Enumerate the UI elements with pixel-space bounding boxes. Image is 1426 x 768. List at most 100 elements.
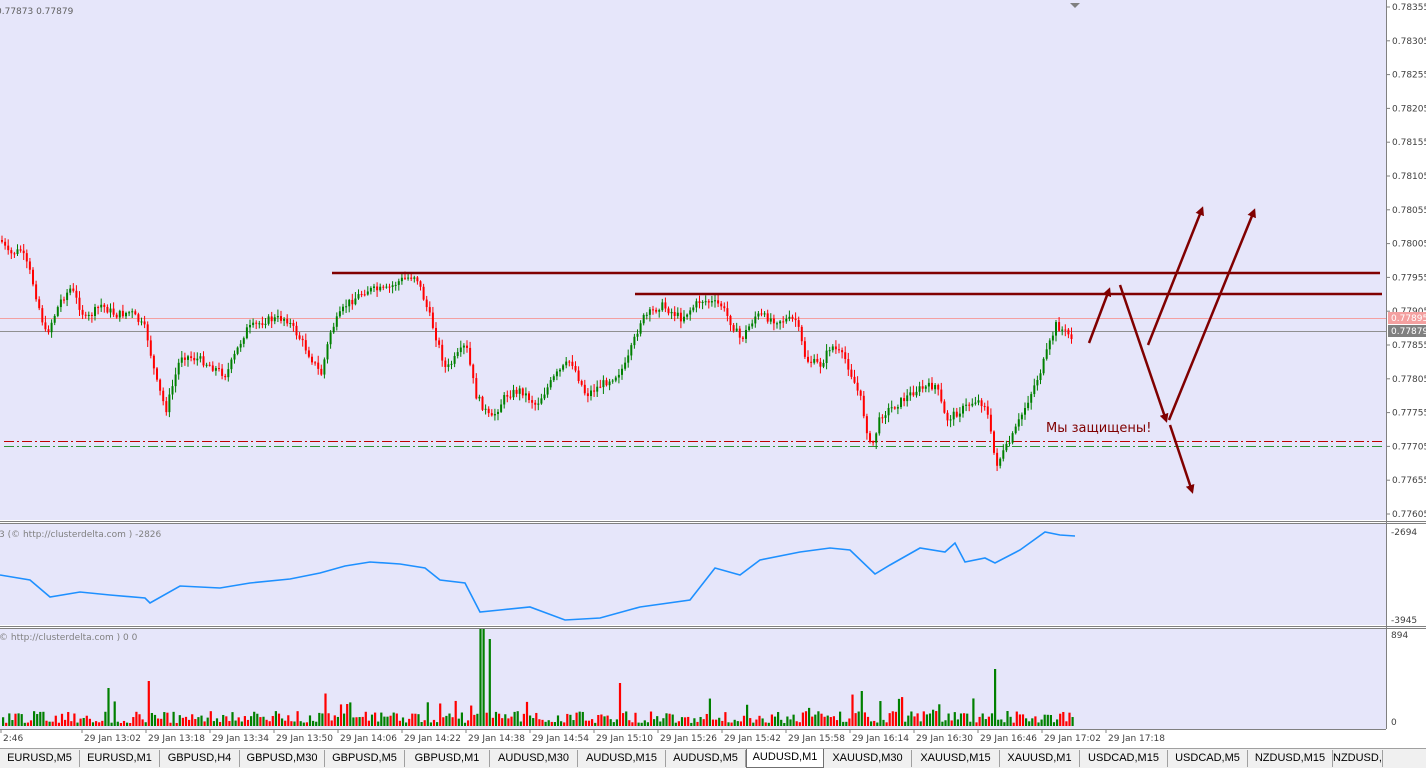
candle-body [410,277,413,279]
candle-body [791,316,794,319]
volume-bar [690,722,693,726]
volume-bar [234,720,237,726]
candle-body [974,402,977,404]
candle-body [469,347,472,365]
volume-bar [653,719,656,726]
volume-bar [271,715,274,726]
tab-usdcad-m5[interactable]: USDCAD,M5 [1168,750,1248,767]
volume-bar [432,719,436,726]
candle-body [580,381,583,385]
time-tick-label: 29 Jan 15:58 [788,734,845,744]
tab-audusd-m15[interactable]: AUDUSD,M15 [578,750,666,767]
candle-body [862,395,865,417]
candle-body [769,318,772,322]
volume-bar [780,719,783,726]
candle-body [738,328,741,338]
candle-body [726,308,729,316]
candle-body [159,379,162,391]
volume-bar [950,720,953,726]
volume-bar [215,718,219,726]
volume-bar [377,721,380,726]
candle-body [1002,450,1005,459]
tab-audusd-m5[interactable]: AUDUSD,M5 [666,750,746,767]
candle-body [363,294,366,296]
volume-bar [349,702,352,726]
candle-body [912,392,915,396]
candle-body [245,327,248,339]
volume-bar [944,720,947,726]
tab-xauusd-m1[interactable]: XAUUSD,M1 [1000,750,1080,767]
candle-body [695,301,698,308]
candle-body [1005,443,1008,451]
tab-eurusd-m5[interactable]: EURUSD,M5 [0,750,80,767]
volume-bar [153,714,157,726]
candle-body [462,345,465,348]
candle-body [317,362,320,369]
tab-nzdusd-m15[interactable]: NZDUSD,M15 [1248,750,1333,767]
candle-body [475,378,478,399]
candle-body [140,321,143,323]
candle-body [658,310,661,312]
tab-audusd-m1[interactable]: AUDUSD,M1 [746,749,824,768]
volume-bar [919,721,922,726]
time-tick-label: 29 Jan 13:50 [276,734,333,744]
candle-body [565,361,568,366]
delta-panel[interactable] [0,524,1386,625]
candle-body [1011,433,1014,443]
chart-area[interactable]: 0.78355 0.78305 0.78255 0.78205 0.78155 0.781… [0,0,1426,748]
candle-body [574,365,577,371]
candle-body [47,329,50,333]
volume-bar [488,639,491,726]
volume-bar [724,712,727,726]
candle-body [252,322,255,326]
volume-bar [882,719,885,726]
time-tick-label: 29 Jan 15:26 [660,734,717,744]
candle-body [838,349,840,351]
volume-bar [457,718,460,726]
tab-gbpusd-h4[interactable]: GBPUSD,H4 [160,750,240,767]
volume-bar [916,713,919,726]
volume-bar [913,716,916,726]
volume-bar [76,722,79,726]
volume-bar [228,721,231,726]
candle-body [590,390,592,397]
volume-bar [928,713,932,726]
candle-body [757,313,760,317]
candle-body [698,301,701,304]
volume-bar [281,718,284,726]
tab-xauusd-m15[interactable]: XAUUSD,M15 [912,750,1000,767]
tab-gbpusd-m5[interactable]: GBPUSD,M5 [325,750,405,767]
volume-bar [262,716,265,726]
candle-body [745,329,747,339]
volume-bar [622,713,625,726]
time-tick-label: 29 Jan 16:46 [980,734,1037,744]
tab-usdcad-m15[interactable]: USDCAD,M15 [1080,750,1168,767]
tab-nzdusd-m[interactable]: NZDUSD,M [1333,750,1383,767]
candle-body [621,368,623,375]
volume-bar [113,701,116,726]
candle-body [211,365,214,371]
volume-bar [101,720,104,726]
volume-bar [736,721,739,726]
tab-audusd-m30[interactable]: AUDUSD,M30 [490,750,578,767]
volume-panel[interactable] [0,629,1386,729]
volume-bar [2,717,5,726]
volume-bar [969,721,972,726]
volume-bar [612,722,615,726]
volume-bar [302,722,305,726]
volume-bar [79,718,82,726]
volume-bar [504,714,507,726]
annotation-text: Мы защищены! [1046,421,1151,436]
volume-bar [550,721,553,726]
tab-gbpusd-m1[interactable]: GBPUSD,M1 [405,750,490,767]
volume-bar [116,721,119,726]
volume-bar [5,722,8,726]
tab-xauusd-m30[interactable]: XAUUSD,M30 [824,750,912,767]
tab-eurusd-m1[interactable]: EURUSD,M1 [80,750,160,767]
price-tick-label: 0.78105 [1392,172,1426,182]
candle-body [385,286,388,288]
volume-bar [587,720,591,726]
volume-bar [1046,714,1049,726]
volume-bar [618,683,622,726]
tab-gbpusd-m30[interactable]: GBPUSD,M30 [240,750,325,767]
